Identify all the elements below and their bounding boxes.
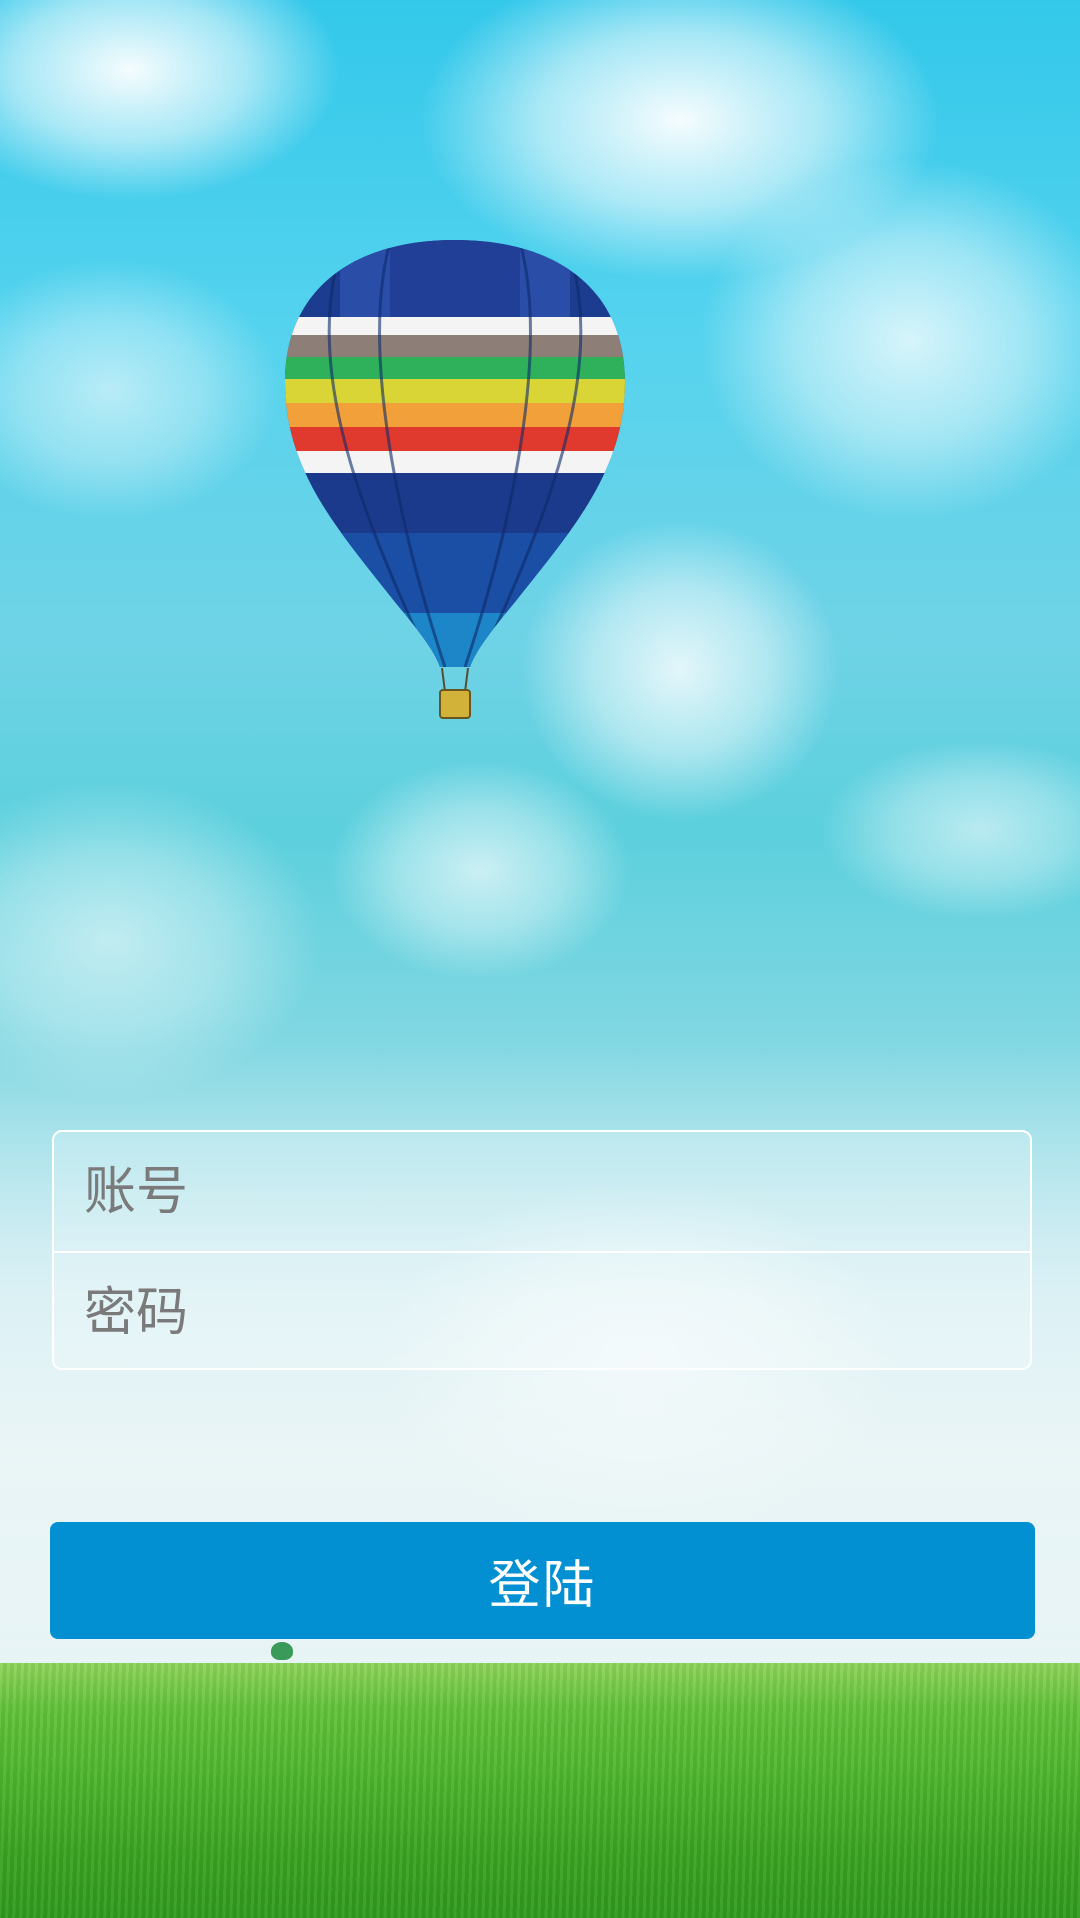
- cloud: [330, 760, 630, 980]
- account-field[interactable]: [54, 1132, 1030, 1251]
- account-input[interactable]: [82, 1150, 986, 1233]
- password-field[interactable]: [54, 1253, 1030, 1368]
- login-form: [52, 1130, 1032, 1370]
- grass-field: [0, 1663, 1080, 1918]
- login-button[interactable]: 登陆: [50, 1522, 1035, 1639]
- password-input[interactable]: [82, 1271, 986, 1354]
- hot-air-balloon-image: [280, 232, 630, 722]
- distant-tree: [271, 1642, 293, 1660]
